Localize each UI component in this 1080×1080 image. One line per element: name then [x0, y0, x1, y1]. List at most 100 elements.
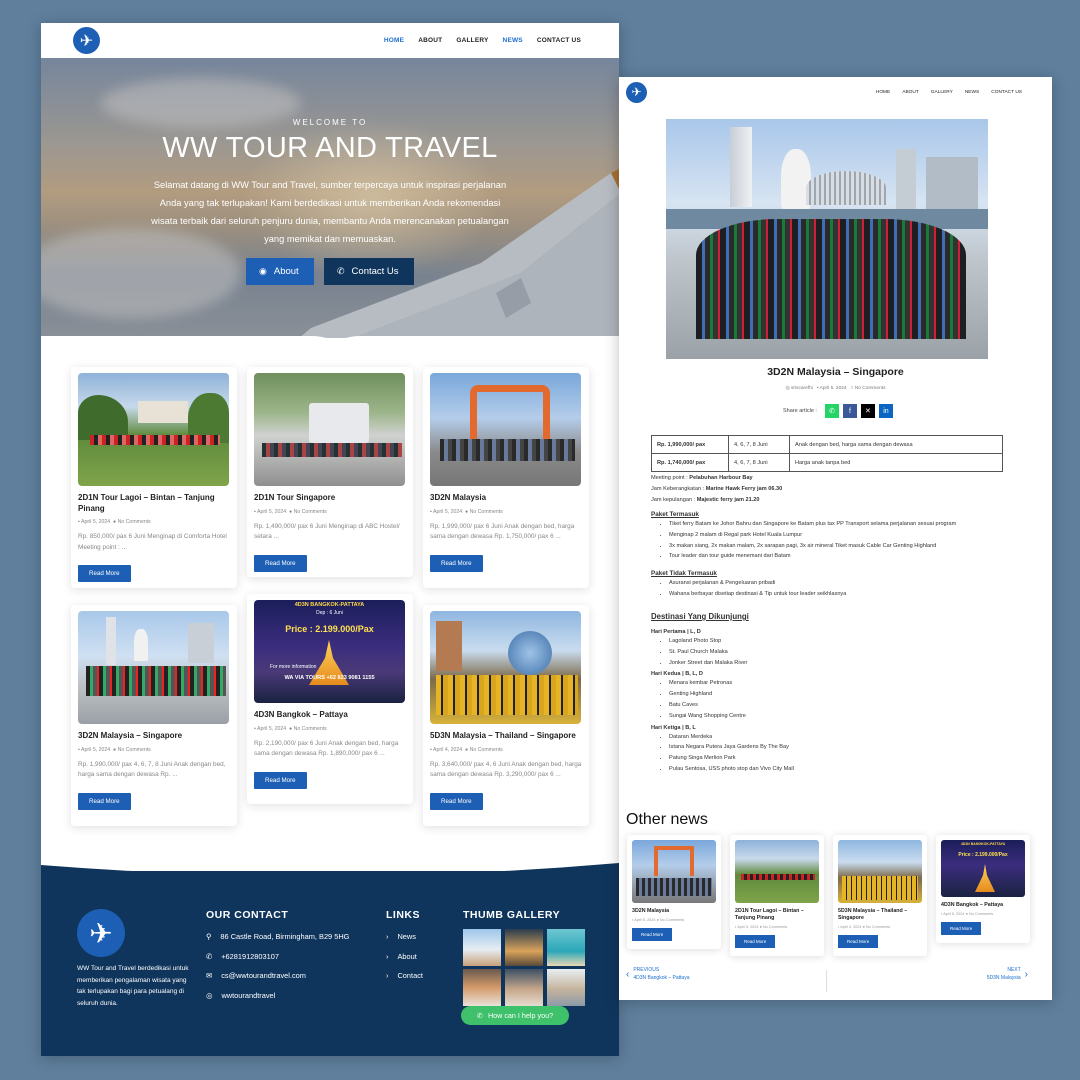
tour-card[interactable]: 2D1N Tour Lagoi – Bintan – Tanjung Pinan… — [71, 367, 237, 588]
card-title[interactable]: 3D2N Malaysia — [430, 493, 582, 504]
news-thumb[interactable] — [735, 840, 819, 903]
tour-photo-universal[interactable] — [430, 611, 581, 724]
footer-email[interactable]: ✉ cs@wwtourandtravel.com — [206, 966, 349, 986]
nav-about[interactable]: ABOUT — [418, 37, 442, 44]
news-card[interactable]: 3D2N Malaysia ▪ April 5, 2024 ● No Comme… — [627, 835, 721, 949]
read-more-button[interactable]: Read More — [78, 792, 131, 810]
price-cell: Rp. 1,740,000/ pax — [651, 453, 729, 472]
whatsapp-chat-button[interactable]: ✆ How can I help you? — [461, 1006, 569, 1025]
news-thumb[interactable] — [632, 840, 716, 903]
article-comments[interactable]: No Comments — [855, 386, 886, 391]
gallery-thumb[interactable] — [505, 929, 543, 966]
nav-news[interactable]: NEWS — [503, 37, 523, 44]
plane-logo-icon[interactable]: ✈ — [626, 81, 647, 103]
share-facebook-icon[interactable]: f — [842, 404, 857, 418]
card-title[interactable]: 4D3N Bangkok – Pattaya — [254, 710, 406, 721]
tour-photo-malaysia[interactable] — [430, 373, 581, 486]
card-title[interactable]: 3D2N Malaysia – Singapore — [78, 731, 230, 742]
footer-address: ⚲ 86 Castle Road, Birmingham, B29 5HG — [206, 932, 350, 942]
day2-heading: Hari Kedua | B, L, D — [651, 671, 703, 678]
list-item: Asuransi perjalanan & Pengeluaran pribad… — [669, 578, 1021, 589]
gallery-thumb[interactable] — [547, 969, 585, 1006]
nav-contact[interactable]: CONTACT US — [991, 90, 1022, 95]
read-more-button[interactable]: Read More — [254, 554, 307, 572]
nav-home[interactable]: HOME — [384, 37, 404, 44]
article-page-screenshot: ✈ HOME ABOUT GALLERY NEWS CONTACT US 3D2… — [619, 77, 1052, 1000]
footer-link-contact[interactable]: › Contact — [386, 966, 423, 986]
news-card-title[interactable]: 5D3N Malaysia – Thailand – Singapore — [838, 908, 922, 922]
nav-gallery[interactable]: GALLERY — [456, 37, 488, 44]
tour-card[interactable]: 2D1N Tour Singapore ▪ April 5, 2024 ● No… — [247, 367, 413, 577]
news-card[interactable]: 5D3N Malaysia – Thailand – Singapore ▪ A… — [833, 835, 927, 956]
news-thumb[interactable] — [838, 840, 922, 903]
gallery-thumb[interactable] — [547, 929, 585, 966]
tour-card[interactable]: 4D3N BANGKOK-PATTAYA Dep : 6 Juni Price … — [247, 594, 413, 804]
news-card-title[interactable]: 3D2N Malaysia — [632, 908, 716, 915]
tour-card[interactable]: 3D2N Malaysia – Singapore ▪ April 5, 202… — [71, 605, 237, 826]
poster-date: Dep : 6 Juni — [316, 610, 343, 616]
card-excerpt: Rp. 3,640,000/ pax 4, 6 Juni Anak dengan… — [430, 760, 582, 779]
previous-post-link[interactable]: ‹ PREVIOUS 4D3N Bangkok – Pattaya — [626, 967, 690, 981]
news-card-title[interactable]: 4D3N Bangkok – Pattaya — [941, 902, 1025, 909]
read-more-button[interactable]: Read More — [430, 792, 483, 810]
share-whatsapp-icon[interactable]: ✆ — [824, 404, 839, 418]
tour-poster-bangkok[interactable]: 4D3N BANGKOK-PATTAYA Dep : 6 Juni Price … — [254, 600, 405, 703]
check-circle-icon: ◉ — [259, 266, 267, 276]
read-more-button[interactable]: Read More — [78, 565, 131, 582]
read-more-button[interactable]: Read More — [430, 554, 483, 572]
nav-news[interactable]: NEWS — [965, 90, 979, 95]
nav-contact[interactable]: CONTACT US — [537, 37, 581, 44]
poster-title: 4D3N BANGKOK-PATTAYA — [960, 842, 1006, 846]
card-excerpt: Rp. 1,490,000/ pax 6 Juni Menginap di AB… — [254, 522, 400, 541]
about-button[interactable]: ◉ About — [246, 258, 314, 285]
news-thumb[interactable]: 4D3N BANGKOK-PATTAYA Price : 2.199.000/P… — [941, 840, 1025, 897]
gallery-thumb[interactable] — [505, 969, 543, 1006]
gallery-thumb[interactable] — [463, 929, 501, 966]
list-item: Istana Negara Putera Jaya Gardens By The… — [669, 742, 1021, 753]
table-row: Rp. 1,990,000/ pax 4, 6, 7, 8 Juni Anak … — [651, 435, 1003, 454]
nav-gallery[interactable]: GALLERY — [931, 90, 953, 95]
other-news-heading: Other news — [626, 811, 708, 828]
share-linkedin-icon[interactable]: in — [878, 404, 893, 418]
nav-menu: HOME ABOUT GALLERY NEWS CONTACT US — [384, 37, 581, 44]
tour-card[interactable]: 5D3N Malaysia – Thailand – Singapore ▪ A… — [423, 605, 589, 826]
footer-link-about[interactable]: › About — [386, 947, 423, 967]
card-title[interactable]: 5D3N Malaysia – Thailand – Singapore — [430, 731, 582, 742]
tour-card-grid: 2D1N Tour Lagoi – Bintan – Tanjung Pinan… — [71, 367, 589, 826]
card-excerpt: Rp. 2,190,000/ pax 6 Juni Anak dengan be… — [254, 739, 399, 758]
news-card[interactable]: 2D1N Tour Lagoi – Bintan – Tanjung Pinan… — [730, 835, 824, 956]
list-item: Genting Highland — [669, 689, 1021, 700]
card-excerpt: Rp. 850,000/ pax 6 Juni Menginap di Comf… — [78, 533, 227, 551]
news-card[interactable]: 4D3N BANGKOK-PATTAYA Price : 2.199.000/P… — [936, 835, 1030, 943]
tour-photo-singapore[interactable] — [254, 373, 405, 486]
nav-about[interactable]: ABOUT — [902, 90, 919, 95]
share-x-icon[interactable]: ✕ — [860, 404, 875, 418]
envelope-icon: ✉ — [206, 971, 213, 981]
tour-photo-malaysia-singapore[interactable] — [78, 611, 229, 724]
news-card-title[interactable]: 2D1N Tour Lagoi – Bintan – Tanjung Pinan… — [735, 908, 819, 922]
footer-instagram[interactable]: ◎ wwtourandtravel — [206, 986, 349, 1006]
tour-photo-lagoi[interactable] — [78, 373, 229, 486]
article-author[interactable]: sriscarefhi — [791, 386, 813, 391]
read-more-button[interactable]: Read More — [632, 928, 673, 941]
list-item: Tour leader dan tour guide menemani dari… — [669, 551, 1021, 562]
read-more-button[interactable]: Read More — [941, 922, 982, 935]
read-more-button[interactable]: Read More — [735, 935, 776, 948]
plane-logo-icon[interactable]: ✈ — [73, 27, 100, 54]
read-more-button[interactable]: Read More — [838, 935, 879, 948]
footer-contact-heading: OUR CONTACT — [206, 909, 289, 921]
next-post-link[interactable]: NEXT 5D3N Malaysia › — [987, 967, 1028, 981]
thumb-gallery — [463, 929, 585, 1006]
card-title[interactable]: 2D1N Tour Singapore — [254, 493, 406, 504]
nav-home[interactable]: HOME — [876, 90, 890, 95]
gallery-thumb[interactable] — [463, 969, 501, 1006]
card-title[interactable]: 2D1N Tour Lagoi – Bintan – Tanjung Pinan… — [78, 493, 230, 514]
tour-card[interactable]: 3D2N Malaysia ▪ April 5, 2024 ● No Comme… — [423, 367, 589, 588]
contact-us-button[interactable]: ✆ Contact Us — [324, 258, 414, 285]
hero-title: WW TOUR AND TRAVEL — [162, 132, 498, 164]
site-footer: ✈ WW Tour and Travel berdedikasi untuk m… — [41, 871, 619, 1056]
read-more-button[interactable]: Read More — [254, 771, 307, 789]
footer-phone[interactable]: ✆ +6281912803107 — [206, 947, 349, 967]
chevron-right-icon: › — [386, 932, 389, 942]
footer-link-news[interactable]: › News — [386, 927, 423, 947]
